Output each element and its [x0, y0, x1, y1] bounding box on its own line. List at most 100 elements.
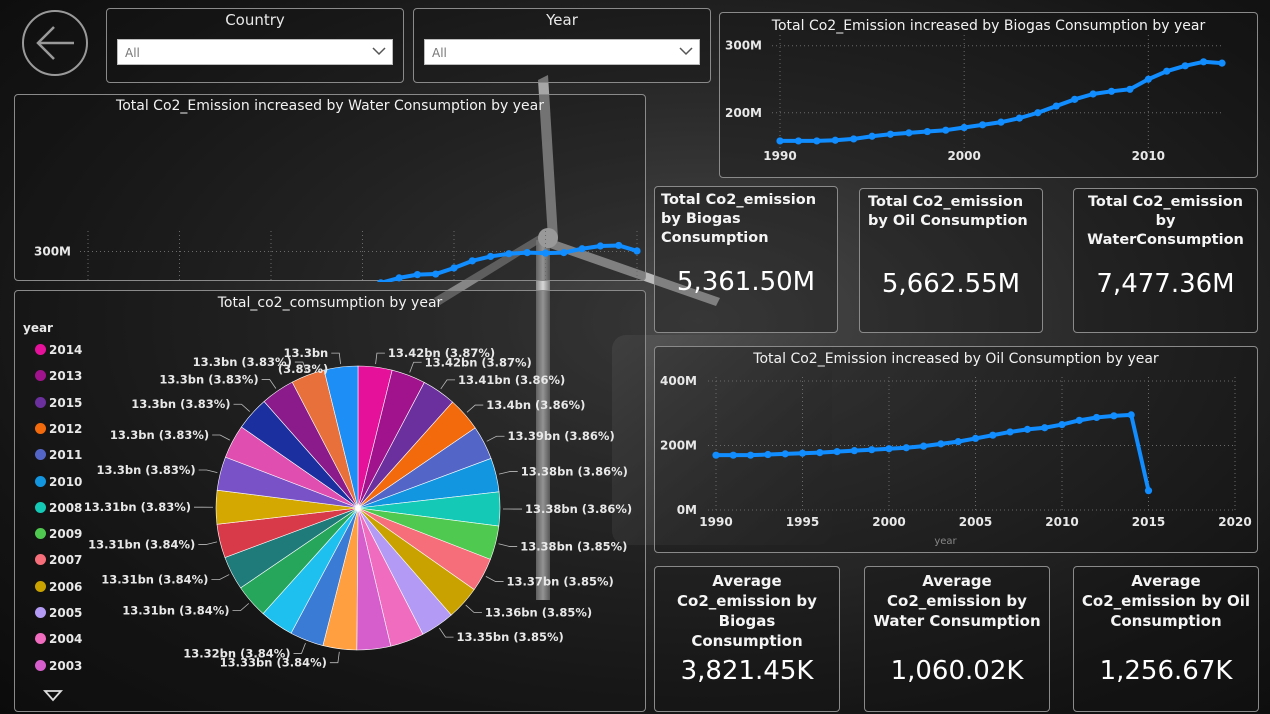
data-point[interactable]	[712, 451, 720, 459]
data-point[interactable]	[1006, 428, 1014, 436]
data-point[interactable]	[450, 264, 458, 272]
data-point[interactable]	[1144, 487, 1153, 495]
data-point[interactable]	[954, 438, 962, 446]
data-point[interactable]	[1052, 102, 1060, 110]
data-point[interactable]	[937, 440, 945, 448]
data-point[interactable]	[747, 451, 755, 459]
data-point[interactable]	[1041, 424, 1049, 432]
data-point[interactable]	[1075, 416, 1083, 424]
data-point[interactable]	[833, 448, 841, 456]
data-label: 13.31bn (3.84%)	[88, 537, 195, 551]
data-point[interactable]	[468, 257, 476, 265]
back-button[interactable]	[22, 10, 88, 76]
water-line-chart[interactable]: 1990199520002005201020152020200M300M	[15, 95, 647, 282]
data-point[interactable]	[850, 135, 858, 143]
data-point[interactable]	[886, 130, 895, 138]
data-point[interactable]	[1093, 413, 1101, 422]
data-point[interactable]	[729, 451, 737, 459]
kpi-card-oil-avg[interactable]: Average Co2_emission by Oil Consumption …	[1073, 566, 1259, 712]
label-leader	[439, 627, 454, 638]
data-point[interactable]	[541, 249, 550, 257]
data-point[interactable]	[633, 247, 641, 255]
y-tick-label: 300M	[34, 245, 71, 259]
data-point[interactable]	[1199, 58, 1208, 66]
data-point[interactable]	[1181, 62, 1189, 70]
data-point[interactable]	[978, 121, 987, 129]
data-point[interactable]	[413, 271, 421, 279]
data-point[interactable]	[1144, 75, 1152, 83]
card-value: 3,821.45K	[680, 656, 814, 686]
data-point[interactable]	[997, 118, 1005, 126]
data-point[interactable]	[920, 442, 928, 450]
card-title: Average Co2_emission by Biogas Consumpti…	[677, 572, 817, 650]
pie-chart[interactable]: 13.42bn (3.87%)13.42bn (3.87%)13.41bn (3…	[15, 291, 647, 713]
data-point[interactable]	[905, 129, 913, 137]
data-label: (3.83%)	[278, 362, 328, 376]
label-leader	[498, 543, 518, 547]
data-point[interactable]	[615, 241, 623, 250]
data-point[interactable]	[578, 245, 586, 253]
label-leader	[329, 651, 340, 664]
x-axis-label: year	[934, 536, 957, 547]
data-point[interactable]	[816, 448, 824, 457]
data-point[interactable]	[1015, 114, 1024, 122]
card-title: Average Co2_emission by Oil Consumption	[1081, 572, 1251, 630]
data-point[interactable]	[1110, 412, 1118, 420]
data-point[interactable]	[1023, 425, 1031, 433]
label-leader	[440, 379, 456, 390]
label-leader	[331, 352, 341, 365]
data-label: 13.31bn (3.84%)	[122, 604, 229, 618]
data-point[interactable]	[850, 447, 858, 455]
biogas-line-chart[interactable]: 1990 2000 2010 200M 300M	[720, 13, 1259, 179]
data-point[interactable]	[960, 123, 968, 132]
data-point[interactable]	[523, 249, 531, 257]
data-point[interactable]	[1107, 87, 1116, 95]
oil-line-chart[interactable]: 1990 1995 2000 2005 2010 2015 2020 0M 200M 400M ye…	[655, 347, 1259, 554]
data-point[interactable]	[902, 444, 910, 452]
data-point[interactable]	[923, 127, 931, 136]
data-point[interactable]	[1071, 95, 1079, 103]
kpi-card-biogas-total[interactable]: Total Co2_emission by Biogas Consumption…	[654, 186, 838, 333]
data-point[interactable]	[377, 279, 385, 282]
data-point[interactable]	[868, 132, 876, 140]
data-point[interactable]	[764, 450, 772, 459]
data-point[interactable]	[1127, 411, 1135, 419]
data-point[interactable]	[868, 446, 876, 454]
series-line	[716, 412, 1151, 492]
country-dropdown[interactable]: All	[117, 39, 393, 65]
data-point[interactable]	[794, 137, 803, 145]
kpi-card-biogas-avg[interactable]: Average Co2_emission by Biogas Consumpti…	[654, 566, 840, 712]
data-point[interactable]	[831, 136, 839, 144]
kpi-card-oil-total[interactable]: Total Co2_emission by Oil Consumption 5,…	[859, 188, 1043, 333]
data-point[interactable]	[813, 137, 821, 145]
data-point[interactable]	[487, 252, 495, 261]
data-point[interactable]	[798, 449, 807, 457]
data-label: 13.32bn (3.84%)	[183, 646, 290, 660]
data-point[interactable]	[781, 450, 789, 458]
kpi-card-water-avg[interactable]: Average Co2_emission by Water Consumptio…	[864, 566, 1050, 712]
data-point[interactable]	[1126, 85, 1134, 93]
data-point[interactable]	[1034, 109, 1042, 117]
data-point[interactable]	[395, 274, 403, 282]
label-leader	[198, 469, 218, 474]
data-point[interactable]	[1058, 420, 1066, 429]
data-point[interactable]	[885, 445, 893, 453]
label-leader	[232, 603, 250, 612]
data-point[interactable]	[505, 250, 513, 258]
data-point[interactable]	[971, 434, 980, 443]
year-dropdown[interactable]: All	[424, 39, 700, 65]
data-point[interactable]	[1163, 67, 1171, 75]
data-point[interactable]	[560, 249, 568, 257]
data-point[interactable]	[776, 137, 784, 145]
data-point[interactable]	[989, 431, 997, 439]
card-title: Total Co2_emission by Oil Consumption	[868, 194, 1028, 229]
x-tick-label: 2000	[947, 149, 980, 163]
kpi-card-water-total[interactable]: Total Co2_emission by WaterConsumption 7…	[1073, 188, 1258, 333]
data-point[interactable]	[596, 242, 605, 250]
data-point[interactable]	[1089, 90, 1097, 98]
data-point[interactable]	[432, 270, 440, 278]
label-leader	[375, 352, 385, 365]
oil-line-chart-panel: Total Co2_Emission increased by Oil Cons…	[654, 346, 1258, 553]
data-point[interactable]	[942, 126, 950, 134]
data-point[interactable]	[1218, 59, 1226, 67]
